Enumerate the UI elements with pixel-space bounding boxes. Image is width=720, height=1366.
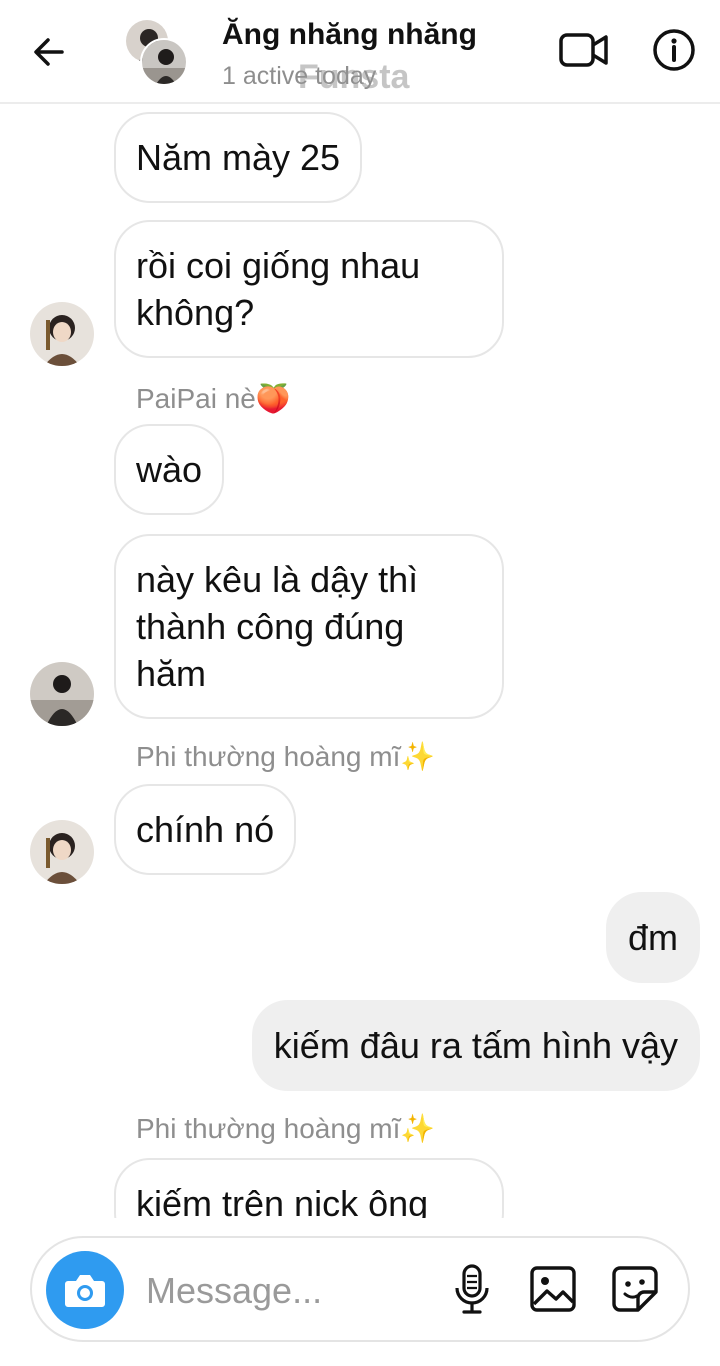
message-text: kiếm đâu ra tấm hình vậy — [273, 1025, 678, 1066]
sender-avatar[interactable] — [30, 820, 94, 884]
message-text: hăm — [136, 653, 207, 694]
watermark: Funsta — [298, 58, 410, 96]
group-avatar[interactable] — [124, 18, 190, 86]
voice-message-button[interactable] — [452, 1262, 492, 1318]
message-text: đm — [627, 917, 678, 958]
image-icon — [530, 1266, 576, 1312]
message-text: chính nó — [136, 809, 275, 850]
sender-name: Phi thường hoàng mĩ✨ — [136, 1113, 436, 1144]
sender-name: Phi thường hoàng mĩ✨ — [136, 741, 436, 772]
message-bubble-outgoing[interactable]: đm — [605, 892, 700, 983]
info-icon — [653, 29, 695, 71]
sender-avatar[interactable] — [30, 662, 94, 726]
message-bubble[interactable]: rồi coi giống nhau không? — [114, 220, 504, 358]
member-avatar — [140, 38, 188, 86]
camera-icon — [65, 1275, 105, 1307]
sticker-icon — [612, 1266, 658, 1312]
message-bubble[interactable]: chính nó — [114, 784, 297, 875]
message-bubble[interactable]: này kêu là dậy thì thành công đúng hăm — [114, 534, 504, 719]
arrow-left-icon — [34, 38, 64, 66]
message-text: không? — [136, 292, 255, 333]
sender-name: PaiPai nè🍑 — [136, 383, 291, 414]
message-input[interactable] — [146, 1266, 426, 1316]
video-call-button[interactable] — [558, 28, 610, 72]
message-bubble[interactable]: Năm mày 25 — [114, 112, 363, 203]
sender-avatar[interactable] — [30, 302, 94, 366]
info-button[interactable] — [650, 26, 698, 74]
message-composer — [30, 1236, 690, 1342]
message-bubble[interactable]: wào — [114, 424, 225, 515]
message-text: rồi coi giống nhau — [136, 245, 421, 286]
chat-title[interactable]: Ăng nhăng nhăng — [222, 18, 477, 52]
message-bubble-outgoing[interactable]: kiếm đâu ra tấm hình vậy — [251, 1000, 700, 1091]
gallery-button[interactable] — [528, 1264, 578, 1314]
message-text: wào — [136, 449, 203, 490]
microphone-icon — [455, 1264, 489, 1314]
back-button[interactable] — [28, 30, 72, 74]
message-text: thành công đúng — [136, 606, 405, 647]
camera-button[interactable] — [46, 1251, 124, 1329]
sticker-button[interactable] — [610, 1264, 660, 1314]
chat-header: Ăng nhăng nhăng 1 active today Funsta — [0, 0, 720, 104]
message-text: Năm mày 25 — [136, 137, 341, 178]
video-camera-icon — [559, 33, 608, 67]
message-text: này kêu là dậy thì — [136, 559, 419, 600]
